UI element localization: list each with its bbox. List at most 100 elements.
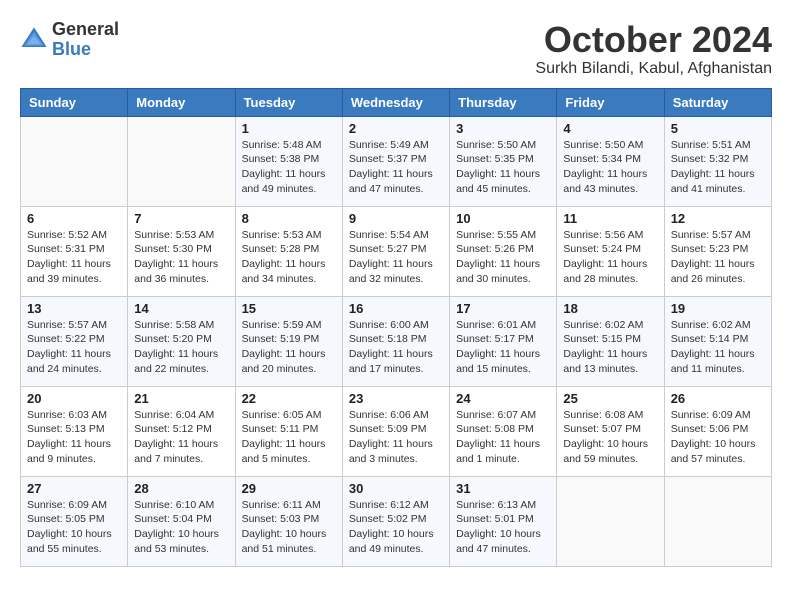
day-number: 16: [349, 301, 443, 316]
day-number: 29: [242, 481, 336, 496]
calendar-cell: 30 Sunrise: 6:12 AMSunset: 5:02 PMDayligh…: [342, 476, 449, 566]
day-info: Sunrise: 6:02 AMSunset: 5:15 PMDaylight:…: [563, 318, 657, 377]
day-info: Sunrise: 5:55 AMSunset: 5:26 PMDaylight:…: [456, 228, 550, 287]
day-number: 24: [456, 391, 550, 406]
location-title: Surkh Bilandi, Kabul, Afghanistan: [535, 60, 772, 78]
logo-icon: [20, 26, 48, 54]
month-title: October 2024: [535, 20, 772, 60]
calendar-cell: [557, 476, 664, 566]
day-info: Sunrise: 6:01 AMSunset: 5:17 PMDaylight:…: [456, 318, 550, 377]
title-block: October 2024 Surkh Bilandi, Kabul, Afgha…: [535, 20, 772, 78]
calendar-cell: [21, 116, 128, 206]
calendar-cell: 18 Sunrise: 6:02 AMSunset: 5:15 PMDayligh…: [557, 296, 664, 386]
day-number: 21: [134, 391, 228, 406]
day-info: Sunrise: 5:53 AMSunset: 5:30 PMDaylight:…: [134, 228, 228, 287]
day-number: 23: [349, 391, 443, 406]
weekday-header-monday: Monday: [128, 88, 235, 116]
day-number: 18: [563, 301, 657, 316]
calendar-cell: 26 Sunrise: 6:09 AMSunset: 5:06 PMDayligh…: [664, 386, 771, 476]
day-info: Sunrise: 5:50 AMSunset: 5:34 PMDaylight:…: [563, 138, 657, 197]
calendar-cell: 31 Sunrise: 6:13 AMSunset: 5:01 PMDayligh…: [450, 476, 557, 566]
calendar-week-3: 13 Sunrise: 5:57 AMSunset: 5:22 PMDayligh…: [21, 296, 772, 386]
weekday-header-thursday: Thursday: [450, 88, 557, 116]
calendar-cell: 28Sunrise: 6:10 AMSunset: 5:04 PMDayligh…: [128, 476, 235, 566]
day-number: 19: [671, 301, 765, 316]
calendar-week-4: 20 Sunrise: 6:03 AMSunset: 5:13 PMDayligh…: [21, 386, 772, 476]
calendar-week-1: 1 Sunrise: 5:48 AMSunset: 5:38 PMDaylight…: [21, 116, 772, 206]
day-number: 27: [27, 481, 121, 496]
calendar-cell: 4 Sunrise: 5:50 AMSunset: 5:34 PMDaylight…: [557, 116, 664, 206]
day-number: 6: [27, 211, 121, 226]
calendar-cell: 6 Sunrise: 5:52 AMSunset: 5:31 PMDaylight…: [21, 206, 128, 296]
calendar-cell: 27 Sunrise: 6:09 AMSunset: 5:05 PMDayligh…: [21, 476, 128, 566]
day-info: Sunrise: 5:57 AMSunset: 5:22 PMDaylight:…: [27, 318, 121, 377]
calendar-cell: 10 Sunrise: 5:55 AMSunset: 5:26 PMDayligh…: [450, 206, 557, 296]
calendar-header: SundayMondayTuesdayWednesdayThursdayFrid…: [21, 88, 772, 116]
day-info: Sunrise: 5:49 AMSunset: 5:37 PMDaylight:…: [349, 138, 443, 197]
day-number: 30: [349, 481, 443, 496]
calendar-cell: 20 Sunrise: 6:03 AMSunset: 5:13 PMDayligh…: [21, 386, 128, 476]
day-info: Sunrise: 6:13 AMSunset: 5:01 PMDaylight:…: [456, 498, 550, 557]
day-info: Sunrise: 6:08 AMSunset: 5:07 PMDaylight:…: [563, 408, 657, 467]
day-info: Sunrise: 5:52 AMSunset: 5:31 PMDaylight:…: [27, 228, 121, 287]
weekday-row: SundayMondayTuesdayWednesdayThursdayFrid…: [21, 88, 772, 116]
day-info: Sunrise: 5:54 AMSunset: 5:27 PMDaylight:…: [349, 228, 443, 287]
weekday-header-sunday: Sunday: [21, 88, 128, 116]
day-info: Sunrise: 6:04 AMSunset: 5:12 PMDaylight:…: [134, 408, 228, 467]
day-info: Sunrise: 6:00 AMSunset: 5:18 PMDaylight:…: [349, 318, 443, 377]
day-info: Sunrise: 6:11 AMSunset: 5:03 PMDaylight:…: [242, 498, 336, 557]
calendar-cell: [664, 476, 771, 566]
weekday-header-wednesday: Wednesday: [342, 88, 449, 116]
day-info: Sunrise: 5:59 AMSunset: 5:19 PMDaylight:…: [242, 318, 336, 377]
calendar-cell: 11Sunrise: 5:56 AMSunset: 5:24 PMDayligh…: [557, 206, 664, 296]
day-number: 1: [242, 121, 336, 136]
weekday-header-friday: Friday: [557, 88, 664, 116]
calendar-cell: 9 Sunrise: 5:54 AMSunset: 5:27 PMDaylight…: [342, 206, 449, 296]
day-number: 9: [349, 211, 443, 226]
day-info: Sunrise: 5:48 AMSunset: 5:38 PMDaylight:…: [242, 138, 336, 197]
calendar-cell: 16 Sunrise: 6:00 AMSunset: 5:18 PMDayligh…: [342, 296, 449, 386]
calendar-cell: 19Sunrise: 6:02 AMSunset: 5:14 PMDayligh…: [664, 296, 771, 386]
day-info: Sunrise: 6:03 AMSunset: 5:13 PMDaylight:…: [27, 408, 121, 467]
logo: General Blue: [20, 20, 119, 60]
calendar-cell: 2 Sunrise: 5:49 AMSunset: 5:37 PMDaylight…: [342, 116, 449, 206]
day-number: 3: [456, 121, 550, 136]
calendar-cell: 29 Sunrise: 6:11 AMSunset: 5:03 PMDayligh…: [235, 476, 342, 566]
page-header: General Blue October 2024 Surkh Bilandi,…: [20, 20, 772, 78]
logo-blue-text: Blue: [52, 40, 119, 60]
day-number: 2: [349, 121, 443, 136]
calendar-cell: 13 Sunrise: 5:57 AMSunset: 5:22 PMDayligh…: [21, 296, 128, 386]
day-info: Sunrise: 6:06 AMSunset: 5:09 PMDaylight:…: [349, 408, 443, 467]
day-number: 11: [563, 211, 657, 226]
day-info: Sunrise: 6:07 AMSunset: 5:08 PMDaylight:…: [456, 408, 550, 467]
calendar-week-5: 27 Sunrise: 6:09 AMSunset: 5:05 PMDayligh…: [21, 476, 772, 566]
day-number: 31: [456, 481, 550, 496]
day-info: Sunrise: 6:05 AMSunset: 5:11 PMDaylight:…: [242, 408, 336, 467]
calendar-cell: 7Sunrise: 5:53 AMSunset: 5:30 PMDaylight…: [128, 206, 235, 296]
day-info: Sunrise: 5:50 AMSunset: 5:35 PMDaylight:…: [456, 138, 550, 197]
calendar-body: 1 Sunrise: 5:48 AMSunset: 5:38 PMDaylight…: [21, 116, 772, 566]
weekday-header-tuesday: Tuesday: [235, 88, 342, 116]
day-info: Sunrise: 5:57 AMSunset: 5:23 PMDaylight:…: [671, 228, 765, 287]
calendar-cell: 12 Sunrise: 5:57 AMSunset: 5:23 PMDayligh…: [664, 206, 771, 296]
day-number: 25: [563, 391, 657, 406]
logo-general-text: General: [52, 20, 119, 40]
day-number: 28: [134, 481, 228, 496]
calendar-cell: 1 Sunrise: 5:48 AMSunset: 5:38 PMDaylight…: [235, 116, 342, 206]
calendar-cell: 17 Sunrise: 6:01 AMSunset: 5:17 PMDayligh…: [450, 296, 557, 386]
calendar-week-2: 6 Sunrise: 5:52 AMSunset: 5:31 PMDaylight…: [21, 206, 772, 296]
day-number: 13: [27, 301, 121, 316]
day-info: Sunrise: 6:09 AMSunset: 5:05 PMDaylight:…: [27, 498, 121, 557]
calendar-cell: 8Sunrise: 5:53 AMSunset: 5:28 PMDaylight…: [235, 206, 342, 296]
day-info: Sunrise: 6:09 AMSunset: 5:06 PMDaylight:…: [671, 408, 765, 467]
day-number: 26: [671, 391, 765, 406]
calendar-cell: 15Sunrise: 5:59 AMSunset: 5:19 PMDayligh…: [235, 296, 342, 386]
day-info: Sunrise: 6:12 AMSunset: 5:02 PMDaylight:…: [349, 498, 443, 557]
calendar-cell: 21 Sunrise: 6:04 AMSunset: 5:12 PMDayligh…: [128, 386, 235, 476]
day-number: 10: [456, 211, 550, 226]
calendar-cell: 25 Sunrise: 6:08 AMSunset: 5:07 PMDayligh…: [557, 386, 664, 476]
day-number: 20: [27, 391, 121, 406]
day-number: 4: [563, 121, 657, 136]
day-number: 17: [456, 301, 550, 316]
day-number: 12: [671, 211, 765, 226]
